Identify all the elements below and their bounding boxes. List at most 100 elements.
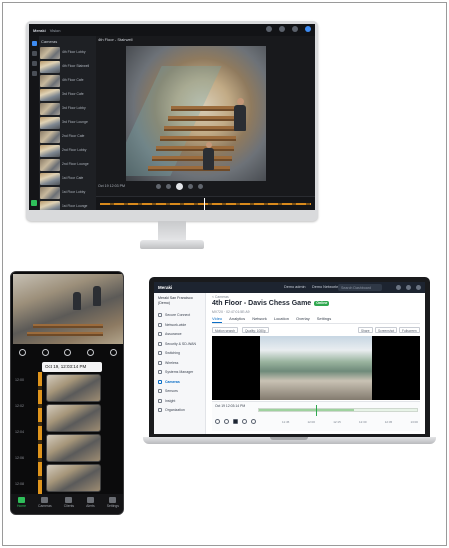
bell-icon[interactable] xyxy=(406,285,411,290)
sidebar-item-organization[interactable]: Organization xyxy=(158,405,201,415)
share-button[interactable]: Share xyxy=(358,327,373,333)
list-item[interactable]: 2nd Floor Lobby xyxy=(40,144,96,157)
cameras-nav-icon[interactable] xyxy=(31,41,37,46)
avatar[interactable] xyxy=(305,26,311,32)
list-item-label: 3rd Floor Lobby xyxy=(62,106,86,111)
back-icon[interactable] xyxy=(224,419,229,424)
list-item[interactable]: 2nd Floor Cafe xyxy=(40,130,96,143)
list-item[interactable]: 1st Floor Lounge xyxy=(40,200,96,210)
network-selector[interactable]: Demo Networks xyxy=(312,285,339,289)
forward-icon[interactable] xyxy=(188,184,193,189)
tab-location[interactable]: Location xyxy=(274,316,289,323)
rewind-icon[interactable] xyxy=(215,419,220,424)
video-clip-thumbnail[interactable] xyxy=(46,464,101,492)
video-timeline[interactable]: Oct 19 12:03:14 PM 11:45 12:00 12:15 12:… xyxy=(212,401,420,431)
nav-home[interactable]: Home xyxy=(17,497,26,508)
tab-settings[interactable]: Settings xyxy=(317,316,331,323)
bell-icon[interactable] xyxy=(279,26,285,32)
phone-video-feed[interactable] xyxy=(13,274,123,344)
video-player[interactable] xyxy=(212,336,420,400)
grid-nav-icon[interactable] xyxy=(31,51,37,56)
sidebar-item-network-wide[interactable]: Network-wide xyxy=(158,320,201,330)
person-head xyxy=(237,98,244,105)
live-icon[interactable] xyxy=(251,419,256,424)
play-icon[interactable] xyxy=(176,183,183,190)
timeline-playhead[interactable] xyxy=(204,198,205,210)
list-item[interactable]: 4th Floor Cafe xyxy=(40,74,96,87)
search-input[interactable]: Search Dashboard xyxy=(338,284,382,291)
target-icon[interactable] xyxy=(64,348,72,356)
list-item[interactable]: 1st Floor Cafe xyxy=(40,172,96,185)
nav-cameras[interactable]: Cameras xyxy=(38,497,52,508)
phone-controls xyxy=(11,346,123,358)
sidebar-item-security[interactable]: Security & SD-WAN xyxy=(158,339,201,349)
sidebar-item-insight[interactable]: Insight xyxy=(158,396,201,406)
tab-overlay[interactable]: Overlay xyxy=(296,316,310,323)
sidebar-item-switching[interactable]: Switching xyxy=(158,348,201,358)
skip-forward-icon[interactable] xyxy=(198,184,203,189)
nav-clients[interactable]: Clients xyxy=(64,497,74,508)
org-selector[interactable]: Demo admin xyxy=(284,285,306,289)
list-item[interactable]: 3rd Floor Lobby xyxy=(40,102,96,115)
search-icon[interactable] xyxy=(266,26,272,32)
sidebar-item-sensors[interactable]: Sensors xyxy=(158,386,201,396)
info-icon[interactable] xyxy=(41,348,49,356)
video-clip-thumbnail[interactable] xyxy=(46,434,101,462)
nav-settings[interactable]: Settings xyxy=(107,497,119,508)
list-item[interactable]: 1st Floor Lobby xyxy=(40,186,96,199)
nav-label: Alerts xyxy=(86,504,95,508)
nav-alerts[interactable]: Alerts xyxy=(86,497,95,508)
motion-search-button[interactable]: Motion search xyxy=(212,327,239,333)
phone-timestamp[interactable]: Oct 19, 12:03:14 PM xyxy=(42,362,102,372)
stairwell-video-feed[interactable] xyxy=(126,46,266,181)
help-icon[interactable] xyxy=(292,26,298,32)
forward-icon[interactable] xyxy=(242,419,247,424)
help-icon[interactable] xyxy=(396,285,401,290)
list-item[interactable]: 4th Floor Stairwell xyxy=(40,60,96,73)
share-icon[interactable] xyxy=(110,348,118,356)
sidebar-item-systems-manager[interactable]: Systems Manager xyxy=(158,367,201,377)
desktop-timeline[interactable] xyxy=(96,196,315,210)
clients-icon xyxy=(65,497,73,503)
window-tab[interactable]: Vision xyxy=(50,28,61,33)
sidebar-item-label: Organization xyxy=(165,408,185,413)
close-icon[interactable] xyxy=(18,348,26,356)
app-logo[interactable]: Meraki xyxy=(33,28,46,33)
sidebar-item-cameras[interactable]: Cameras xyxy=(158,377,201,387)
tab-analytics[interactable]: Analytics xyxy=(229,316,245,323)
sidebar-item-assurance[interactable]: Assurance xyxy=(158,329,201,339)
skip-back-icon[interactable] xyxy=(156,184,161,189)
camera-subtitle: MV72X · 02:47:01:5E:A9 xyxy=(212,310,250,314)
dashboard-logo[interactable]: Meraki xyxy=(158,285,172,290)
list-item-label: 2nd Floor Cafe xyxy=(62,134,85,139)
phone-motion-track[interactable] xyxy=(38,372,42,494)
timeline-date[interactable]: Oct 19 12:03:14 PM xyxy=(215,404,245,408)
timeline-playhead[interactable] xyxy=(316,405,317,416)
video-clip-thumbnail[interactable] xyxy=(46,374,101,402)
fullscreen-button[interactable]: Fullscreen xyxy=(399,327,420,333)
sidebar-item-secure-connect[interactable]: Secure Connect xyxy=(158,310,201,320)
sidebar-item-label: Assurance xyxy=(165,332,182,337)
user-icon[interactable] xyxy=(416,285,421,290)
cafe-video-feed[interactable] xyxy=(260,336,372,400)
list-item[interactable]: 3rd Floor Cafe xyxy=(40,88,96,101)
list-item[interactable]: 3rd Floor Lounge xyxy=(40,116,96,129)
search-nav-icon[interactable] xyxy=(31,71,37,76)
sidebar-item-wireless[interactable]: Wireless xyxy=(158,358,201,368)
pause-icon[interactable] xyxy=(233,419,238,424)
quality-button[interactable]: Quality: 1080p xyxy=(242,327,269,333)
wrench-icon[interactable] xyxy=(87,348,95,356)
rewind-icon[interactable] xyxy=(166,184,171,189)
screenshot-button[interactable]: Screenshot xyxy=(375,327,398,333)
tab-video[interactable]: Video xyxy=(212,316,223,323)
list-item[interactable]: 4th Floor Lobby xyxy=(40,46,96,59)
monitor-stand-neck xyxy=(158,221,186,241)
timeline-track[interactable] xyxy=(258,408,418,412)
alerts-nav-icon[interactable] xyxy=(31,61,37,66)
list-item[interactable]: 2nd Floor Lounge xyxy=(40,158,96,171)
sidebar-org-name[interactable]: Meraki San Francisco (Demo) xyxy=(158,296,201,305)
sidebar-item-label: Sensors xyxy=(165,389,178,394)
video-clip-thumbnail[interactable] xyxy=(46,404,101,432)
breadcrumb[interactable]: < Cameras xyxy=(212,295,229,299)
tab-network[interactable]: Network xyxy=(252,316,267,323)
